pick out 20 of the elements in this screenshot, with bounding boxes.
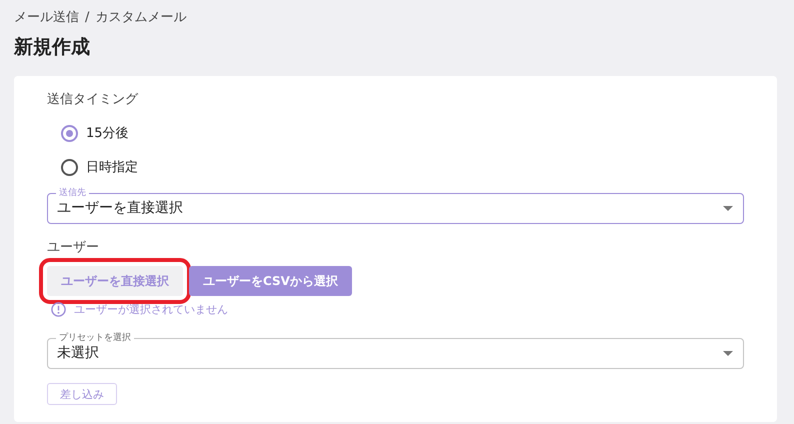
section-label: ユーザー	[47, 239, 100, 256]
select-field[interactable]: 送信先 ユーザーを直接選択	[47, 188, 744, 224]
radio-label[interactable]: 15分後	[86, 124, 129, 142]
breadcrumb-item: カスタムメール	[95, 9, 186, 26]
dropdown-arrow-icon	[723, 206, 733, 210]
warning-icon	[51, 302, 66, 317]
select-field[interactable]: プリセットを選択 未選択	[47, 333, 744, 369]
dropdown-arrow-icon	[723, 350, 733, 356]
page-title: 新規作成	[14, 35, 91, 60]
error-message: ユーザーが選択されていません	[74, 302, 228, 317]
breadcrumb-separator: /	[85, 10, 90, 24]
radio-button[interactable]	[61, 124, 78, 142]
field-label: プリセットを選択	[58, 333, 132, 344]
radio-button[interactable]	[61, 158, 78, 176]
field-label: 送信先	[58, 188, 87, 199]
radio-label[interactable]: 日時指定	[86, 158, 138, 176]
section-label: 送信タイミング	[47, 91, 140, 108]
breadcrumb-item[interactable]: メール送信	[14, 8, 79, 26]
field-value: 未選択	[57, 344, 100, 362]
field-value: ユーザーを直接選択	[57, 199, 184, 217]
